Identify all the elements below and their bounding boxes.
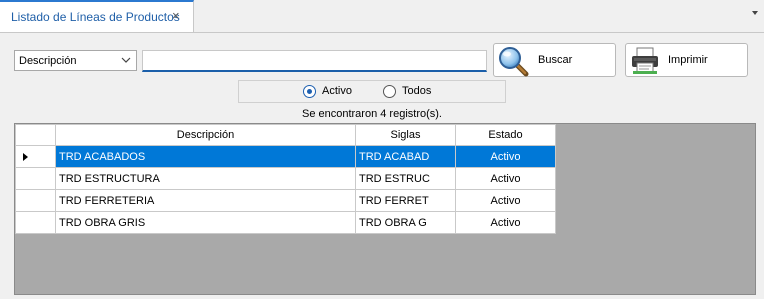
cell-estado[interactable]: Activo bbox=[455, 167, 556, 190]
radio-activo-indicator[interactable] bbox=[303, 85, 316, 98]
cell-descripcion[interactable]: TRD OBRA GRIS bbox=[55, 211, 356, 234]
cell-siglas[interactable]: TRD OBRA G bbox=[355, 211, 456, 234]
search-field-combo[interactable]: Descripción bbox=[14, 50, 137, 71]
cell-siglas[interactable]: TRD FERRET bbox=[355, 189, 456, 212]
row-header[interactable] bbox=[15, 145, 56, 168]
close-icon[interactable]: × bbox=[172, 9, 180, 23]
lineas-table: Descripción Siglas Estado TRD ACABADOS T… bbox=[15, 124, 556, 234]
cell-descripcion[interactable]: TRD ESTRUCTURA bbox=[55, 167, 356, 190]
imprimir-button[interactable]: Imprimir bbox=[625, 43, 748, 77]
cell-siglas[interactable]: TRD ESTRUC bbox=[355, 167, 456, 190]
cell-estado[interactable]: Activo bbox=[455, 145, 556, 168]
document-tabstrip: Listado de Líneas de Productos × bbox=[0, 0, 764, 33]
cell-estado[interactable]: Activo bbox=[455, 211, 556, 234]
tabstrip-divider bbox=[0, 32, 764, 33]
table-row[interactable]: TRD ESTRUCTURA TRD ESTRUC Activo bbox=[15, 167, 556, 190]
row-header[interactable] bbox=[15, 167, 56, 190]
tab-listado-lineas-productos[interactable]: Listado de Líneas de Productos × bbox=[0, 0, 194, 33]
caret-down-icon[interactable] bbox=[752, 11, 758, 15]
buscar-button[interactable]: Buscar bbox=[493, 43, 616, 77]
estado-filter-group: Activo Todos bbox=[238, 80, 506, 103]
cell-estado[interactable]: Activo bbox=[455, 189, 556, 212]
chevron-down-icon bbox=[121, 57, 131, 63]
table-row[interactable]: TRD FERRETERIA TRD FERRET Activo bbox=[15, 189, 556, 212]
column-header-estado[interactable]: Estado bbox=[455, 124, 556, 146]
buscar-button-label: Buscar bbox=[538, 54, 573, 66]
magnifier-icon bbox=[499, 47, 529, 77]
search-field-value: Descripción bbox=[19, 55, 77, 67]
tab-title: Listado de Líneas de Productos bbox=[11, 10, 180, 24]
lineas-grid[interactable]: Descripción Siglas Estado TRD ACABADOS T… bbox=[14, 123, 756, 295]
row-header[interactable] bbox=[15, 211, 56, 234]
cell-siglas[interactable]: TRD ACABAD bbox=[355, 145, 456, 168]
row-header[interactable] bbox=[15, 189, 56, 212]
printer-icon bbox=[632, 47, 658, 74]
column-header-siglas[interactable]: Siglas bbox=[355, 124, 456, 146]
record-count-text: Se encontraron 4 registro(s). bbox=[301, 108, 442, 120]
radio-todos-label: Todos bbox=[402, 85, 432, 97]
grid-corner-header[interactable] bbox=[15, 124, 56, 146]
current-row-arrow-icon bbox=[23, 153, 28, 161]
table-row[interactable]: TRD ACABADOS TRD ACABAD Activo bbox=[15, 145, 556, 168]
table-row[interactable]: TRD OBRA GRIS TRD OBRA G Activo bbox=[15, 211, 556, 234]
cell-descripcion[interactable]: TRD ACABADOS bbox=[55, 145, 356, 168]
imprimir-button-label: Imprimir bbox=[668, 54, 708, 66]
search-input[interactable] bbox=[142, 50, 487, 72]
grid-header-row: Descripción Siglas Estado bbox=[15, 124, 556, 146]
cell-descripcion[interactable]: TRD FERRETERIA bbox=[55, 189, 356, 212]
radio-todos-indicator[interactable] bbox=[383, 85, 396, 98]
column-header-descripcion[interactable]: Descripción bbox=[55, 124, 356, 146]
radio-activo-label: Activo bbox=[322, 85, 352, 97]
